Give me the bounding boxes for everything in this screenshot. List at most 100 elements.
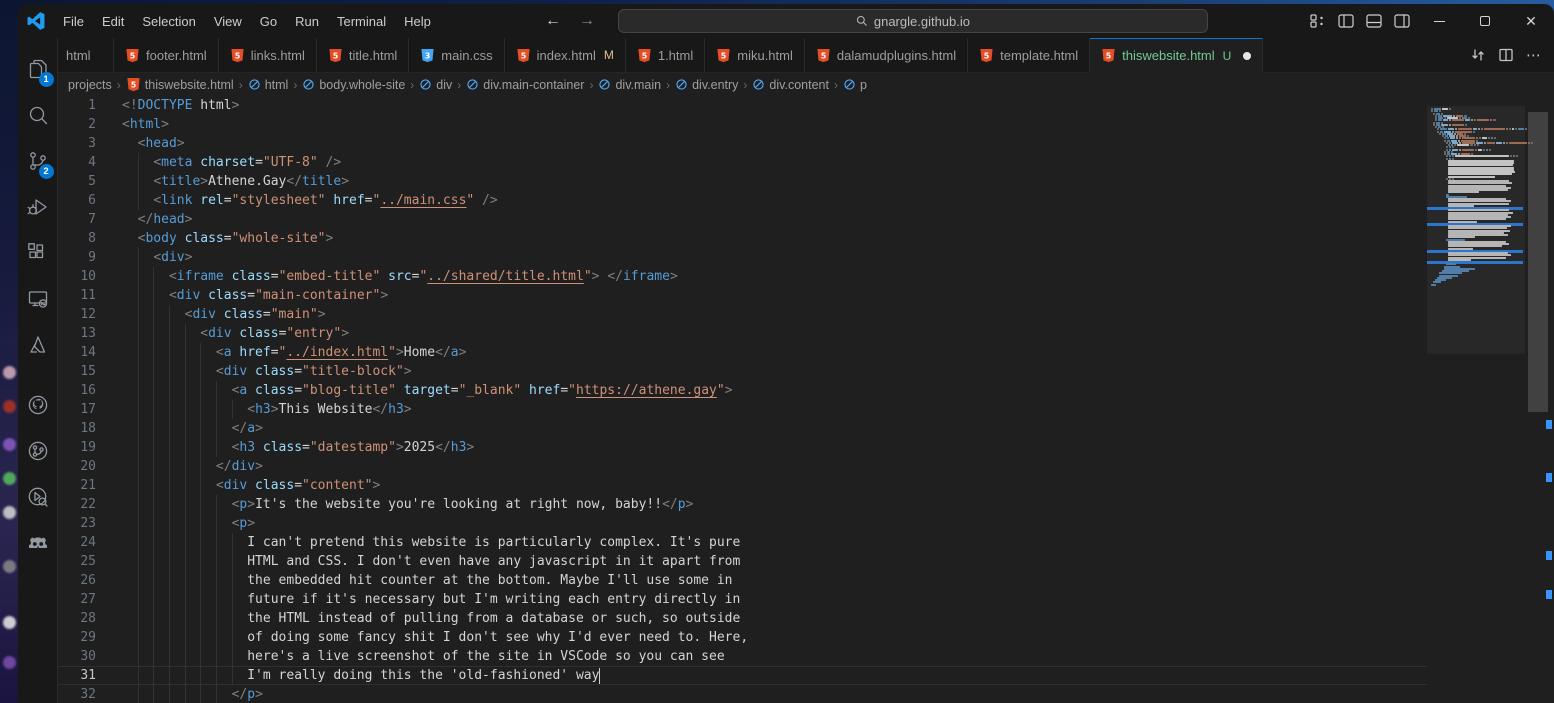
- code-line[interactable]: 10 <iframe class="embed-title" src="../s…: [58, 267, 1427, 286]
- menu-item-edit[interactable]: Edit: [93, 10, 133, 33]
- code-line[interactable]: 24 I can't pretend this website is parti…: [58, 533, 1427, 552]
- more-actions-icon[interactable]: ⋯: [1520, 38, 1548, 73]
- compare-changes-icon[interactable]: [1464, 38, 1492, 73]
- code-line[interactable]: 19 <h3 class="datestamp">2025</h3>: [58, 438, 1427, 457]
- breadcrumb-item-projects[interactable]: projects: [68, 78, 112, 92]
- menu-item-file[interactable]: File: [54, 10, 93, 33]
- breadcrumb-item-div-main[interactable]: div.main: [598, 78, 661, 92]
- code-line[interactable]: 6 <link rel="stylesheet" href="../main.c…: [58, 191, 1427, 210]
- tab-links-html[interactable]: 5links.html: [219, 38, 317, 72]
- breadcrumb-item-html[interactable]: html: [248, 78, 289, 92]
- line-number[interactable]: 20: [58, 457, 96, 476]
- code-line[interactable]: 23 <p>: [58, 514, 1427, 533]
- code-line[interactable]: 30 here's a live screenshot of the site …: [58, 647, 1427, 666]
- line-number[interactable]: 22: [58, 495, 96, 514]
- activity-item-azure[interactable]: [18, 322, 58, 368]
- line-number[interactable]: 12: [58, 305, 96, 324]
- line-number[interactable]: 9: [58, 248, 96, 267]
- menu-item-terminal[interactable]: Terminal: [328, 10, 395, 33]
- code-line[interactable]: 22 <p>It's the website you're looking at…: [58, 495, 1427, 514]
- menu-item-help[interactable]: Help: [395, 10, 440, 33]
- code-line[interactable]: 13 <div class="entry">: [58, 324, 1427, 343]
- navigate-forward-icon[interactable]: →: [570, 12, 604, 30]
- code-line[interactable]: 3 <head>: [58, 134, 1427, 153]
- code-area[interactable]: 1<!DOCTYPE html>2<html>3 <head>4 <meta c…: [58, 96, 1427, 703]
- activity-item-explorer[interactable]: 1: [18, 46, 58, 92]
- breadcrumb-item-thiswebsite-html[interactable]: 5thiswebsite.html: [126, 77, 234, 92]
- line-number[interactable]: 24: [58, 533, 96, 552]
- toggle-panel-icon[interactable]: [1360, 8, 1388, 34]
- line-number[interactable]: 17: [58, 400, 96, 419]
- line-number[interactable]: 5: [58, 172, 96, 191]
- line-number[interactable]: 8: [58, 229, 96, 248]
- tab-index-html[interactable]: 5index.htmlM: [505, 38, 626, 72]
- code-line[interactable]: 20 </div>: [58, 457, 1427, 476]
- code-line[interactable]: 28 the HTML instead of pulling from a da…: [58, 609, 1427, 628]
- code-line[interactable]: 12 <div class="main">: [58, 305, 1427, 324]
- close-button[interactable]: ✕: [1508, 4, 1554, 38]
- line-number[interactable]: 14: [58, 343, 96, 362]
- breadcrumb-item-div-content[interactable]: div.content: [752, 78, 829, 92]
- activity-item-extensions[interactable]: [18, 230, 58, 276]
- activity-item-search[interactable]: [18, 92, 58, 138]
- breadcrumb-item-div[interactable]: div: [419, 78, 452, 92]
- activity-item-remote-explorer[interactable]: [18, 276, 58, 322]
- line-number[interactable]: 26: [58, 571, 96, 590]
- tab-thiswebsite-html[interactable]: 5thiswebsite.htmlU: [1090, 38, 1263, 73]
- breadcrumb-item-p[interactable]: p: [843, 78, 867, 92]
- navigate-back-icon[interactable]: ←: [536, 12, 570, 30]
- command-center-search[interactable]: gnargle.github.io: [618, 9, 1208, 33]
- tab-1-html[interactable]: 51.html: [626, 38, 705, 72]
- line-number[interactable]: 15: [58, 362, 96, 381]
- line-number[interactable]: 29: [58, 628, 96, 647]
- code-line[interactable]: 29 of doing some fancy shit I don't see …: [58, 628, 1427, 647]
- menu-item-go[interactable]: Go: [251, 10, 286, 33]
- unsaved-dot-icon[interactable]: [1243, 52, 1251, 60]
- toggle-secondary-sidebar-icon[interactable]: [1388, 8, 1416, 34]
- code-line[interactable]: 11 <div class="main-container">: [58, 286, 1427, 305]
- code-line[interactable]: 2<html>: [58, 115, 1427, 134]
- code-line[interactable]: 26 the embedded hit counter at the botto…: [58, 571, 1427, 590]
- line-number[interactable]: 28: [58, 609, 96, 628]
- breadcrumb-item-body-whole-site[interactable]: body.whole-site: [302, 78, 405, 92]
- split-editor-icon[interactable]: [1492, 38, 1520, 73]
- code-line[interactable]: 1<!DOCTYPE html>: [58, 96, 1427, 115]
- code-line[interactable]: 16 <a class="blog-title" target="_blank"…: [58, 381, 1427, 400]
- scrollbar-slider[interactable]: [1528, 112, 1548, 412]
- tab-title-html[interactable]: 5title.html: [317, 38, 409, 72]
- tab-footer-html[interactable]: 5footer.html: [114, 38, 219, 72]
- tab-template-html[interactable]: 5template.html: [968, 38, 1090, 72]
- activity-item-run-debug[interactable]: [18, 184, 58, 230]
- code-line[interactable]: 8 <body class="whole-site">: [58, 229, 1427, 248]
- code-line[interactable]: 14 <a href="../index.html">Home</a>: [58, 343, 1427, 362]
- minimize-button[interactable]: [1416, 4, 1462, 38]
- line-number[interactable]: 7: [58, 210, 96, 229]
- minimap[interactable]: [1427, 96, 1525, 703]
- tab-html[interactable]: html: [58, 38, 114, 72]
- code-line[interactable]: 32 </p>: [58, 685, 1427, 703]
- breadcrumb-item-div-entry[interactable]: div.entry: [675, 78, 738, 92]
- menu-item-run[interactable]: Run: [286, 10, 328, 33]
- code-line[interactable]: 25 HTML and CSS. I don't even have any j…: [58, 552, 1427, 571]
- code-line[interactable]: 21 <div class="content">: [58, 476, 1427, 495]
- menu-item-view[interactable]: View: [205, 10, 251, 33]
- line-number[interactable]: 3: [58, 134, 96, 153]
- toggle-primary-sidebar-icon[interactable]: [1332, 8, 1360, 34]
- code-line[interactable]: 15 <div class="title-block">: [58, 362, 1427, 381]
- code-line[interactable]: 18 </a>: [58, 419, 1427, 438]
- line-number[interactable]: 2: [58, 115, 96, 134]
- line-number[interactable]: 21: [58, 476, 96, 495]
- editor[interactable]: 1<!DOCTYPE html>2<html>3 <head>4 <meta c…: [58, 96, 1554, 703]
- code-line[interactable]: 7 </head>: [58, 210, 1427, 229]
- line-number[interactable]: 11: [58, 286, 96, 305]
- breadcrumb-item-div-main-container[interactable]: div.main-container: [466, 78, 584, 92]
- activity-item-godot-tools[interactable]: [18, 520, 58, 566]
- activity-item-git-graph[interactable]: [18, 428, 58, 474]
- line-number[interactable]: 10: [58, 267, 96, 286]
- line-number[interactable]: 31: [58, 666, 96, 685]
- line-number[interactable]: 1: [58, 96, 96, 115]
- line-number[interactable]: 13: [58, 324, 96, 343]
- maximize-button[interactable]: [1462, 4, 1508, 38]
- line-number[interactable]: 23: [58, 514, 96, 533]
- code-line[interactable]: 27 future if it's necessary but I'm writ…: [58, 590, 1427, 609]
